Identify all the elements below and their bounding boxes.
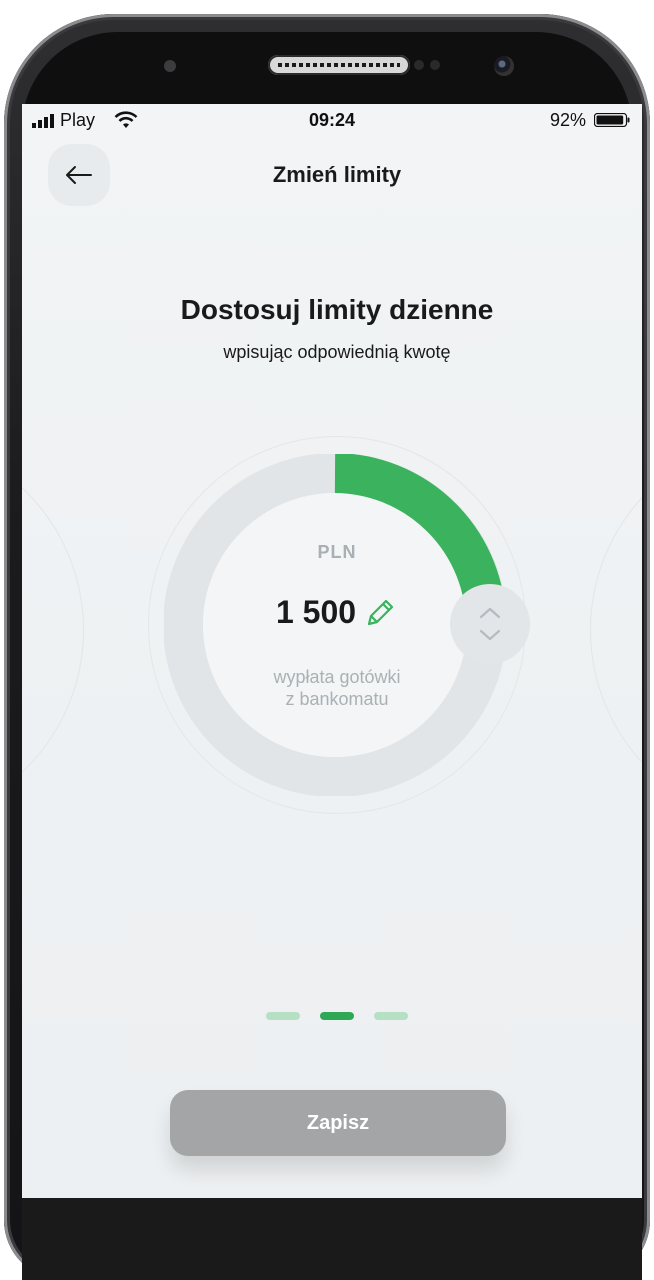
earpiece-speaker [268,55,410,75]
limit-description: wypłata gotówki z bankomatu [22,666,642,710]
limit-description-line1: wypłata gotówki [273,667,401,687]
page-indicator-dot[interactable] [374,1012,408,1020]
limit-description-line2: z bankomatu [285,689,389,709]
amount-row[interactable]: 1 500 [22,594,642,631]
app-screen: Play 09:24 92% Zmień limity Dostosuj lim… [22,104,642,1198]
pencil-icon[interactable] [362,595,398,631]
stepper-decrease-button[interactable] [475,624,505,646]
page-indicator-dot[interactable] [320,1012,354,1020]
limit-amount[interactable]: 1 500 [276,594,356,631]
battery-icon [594,113,630,127]
chevron-up-icon [479,607,501,619]
save-button[interactable]: Zapisz [170,1090,506,1156]
currency-label: PLN [317,542,357,562]
page-title: Zmień limity [272,162,402,187]
stepper-increase-button[interactable] [475,602,505,624]
front-camera-icon [494,56,514,76]
battery-percent: 92% [549,110,586,130]
phone-bottom-bezel [22,1198,642,1280]
section-title: Dostosuj limity dzienne [180,294,494,325]
chevron-down-icon [479,629,501,641]
status-bar: Play 09:24 92% [22,104,642,136]
sensor-icon [414,60,424,70]
section-subtitle: wpisując odpowiednią kwotę [223,342,451,362]
page-indicator-dot[interactable] [266,1012,300,1020]
sensor-icon [430,60,440,70]
proximity-sensor [164,60,176,72]
amount-stepper[interactable] [450,584,530,664]
page-indicator [22,1012,642,1020]
